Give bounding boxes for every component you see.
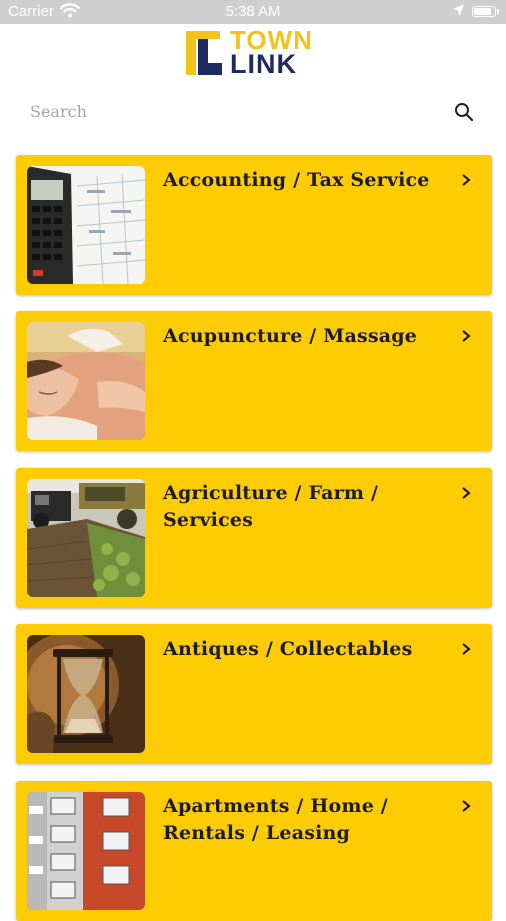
town-link-logo: TOWN LINK	[184, 27, 324, 79]
chevron-right-icon	[462, 800, 471, 812]
massage-photo	[27, 322, 145, 440]
category-title: Acupuncture / Massage	[163, 325, 418, 347]
search-bar	[30, 96, 476, 128]
status-time: 5:38 AM	[225, 3, 281, 20]
category-card-antiques[interactable]: Antiques / Collectables	[16, 624, 492, 764]
category-card-acupuncture[interactable]: Acupuncture / Massage	[16, 311, 492, 451]
category-card-apartments[interactable]: Apartments / Home / Rentals / Leasing	[16, 781, 492, 921]
chevron-right-icon	[462, 643, 471, 655]
status-bar: Carrier 5:38 AM	[0, 0, 506, 24]
chevron-right-icon	[462, 330, 471, 342]
hourglass-photo	[27, 635, 145, 753]
category-card-accounting[interactable]: Accounting / Tax Service	[16, 155, 492, 295]
category-card-agriculture[interactable]: Agriculture / Farm / Services	[16, 468, 492, 608]
location-arrow-icon	[452, 3, 465, 21]
calculator-photo	[27, 166, 145, 284]
chevron-right-icon	[462, 487, 471, 499]
battery-icon	[472, 6, 499, 17]
category-title: Apartments / Home / Rentals / Leasing	[163, 795, 388, 844]
search-icon[interactable]	[454, 102, 474, 122]
category-title: Antiques / Collectables	[163, 638, 413, 660]
apartment-building-photo	[27, 792, 145, 910]
logo-mark-icon	[186, 31, 222, 75]
search-input[interactable]	[30, 96, 430, 126]
farm-field-photo	[27, 479, 145, 597]
category-title: Accounting / Tax Service	[163, 169, 430, 191]
logo-word-link: LINK	[230, 49, 297, 79]
category-title: Agriculture / Farm / Services	[163, 482, 379, 531]
chevron-right-icon	[462, 174, 471, 186]
